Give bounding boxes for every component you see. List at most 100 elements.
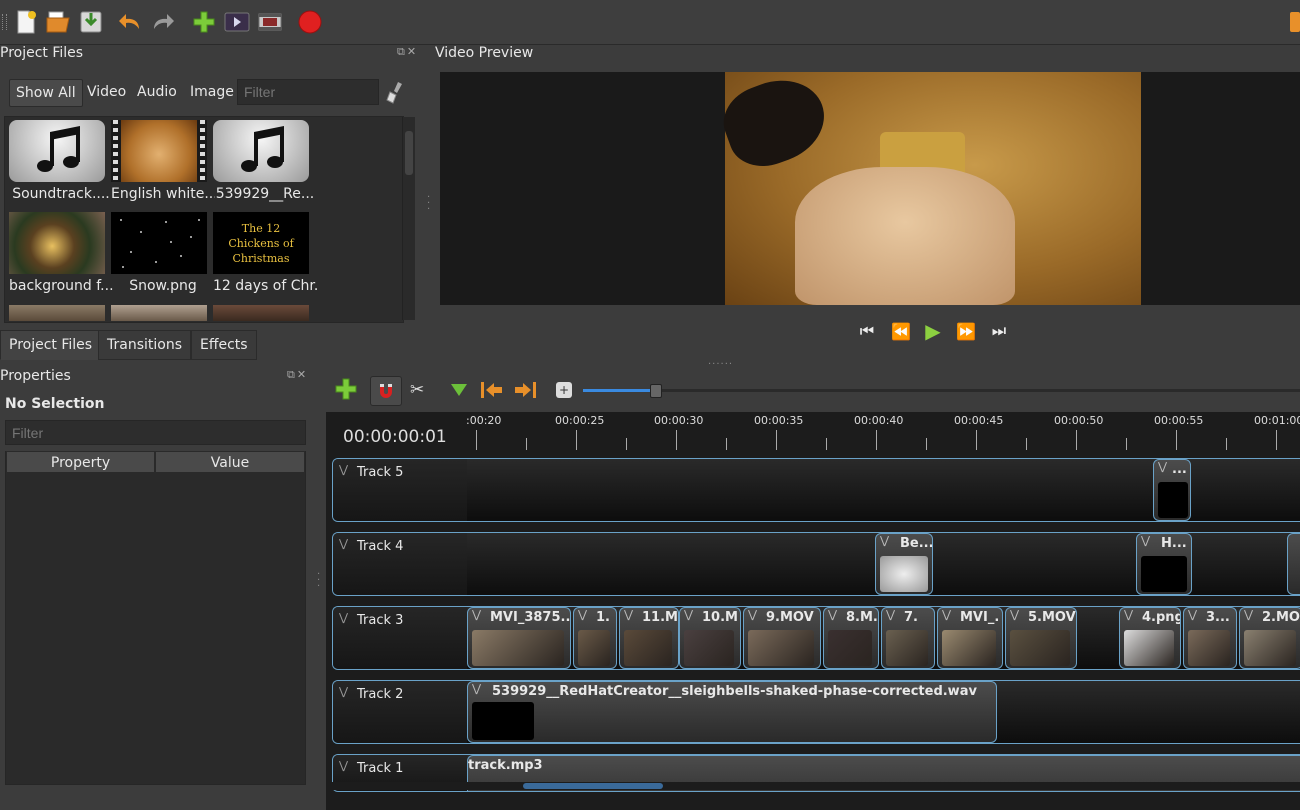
clear-filter-icon[interactable] <box>386 80 406 108</box>
tab-project-files[interactable]: Project Files <box>0 330 102 360</box>
clip-menu-icon[interactable]: ⋁ <box>1141 534 1150 547</box>
clip-menu-icon[interactable]: ⋁ <box>1124 608 1133 621</box>
file-item[interactable]: 539929__Re... <box>213 120 314 208</box>
zoom-fit-icon[interactable]: + <box>556 382 572 398</box>
file-item[interactable]: English white... <box>111 120 215 208</box>
add-marker-icon[interactable] <box>450 382 468 402</box>
clip[interactable]: ⋁ H... <box>1136 533 1192 595</box>
track-header[interactable]: ⋁ Track 2 <box>333 681 467 743</box>
property-column-header[interactable]: Property <box>6 451 155 473</box>
clip[interactable]: ⋁ 8.M. <box>823 607 879 669</box>
properties-filter-input[interactable] <box>5 420 306 445</box>
clip[interactable] <box>1287 533 1300 595</box>
file-item-partial[interactable] <box>111 305 207 321</box>
clip[interactable]: ⋁ MVI_. <box>937 607 1003 669</box>
project-files-scrollbar[interactable] <box>402 117 415 320</box>
file-item[interactable]: The 12 Chickens of Christmas 12 days of … <box>213 212 317 300</box>
track-3[interactable]: ⋁ Track 3 ⋁ MVI_3875.... ⋁ 1. ⋁ 11.M ⋁ 10.M ⋁ 9.M… <box>332 606 1300 670</box>
file-item[interactable]: Snow.png <box>111 212 211 300</box>
track-header[interactable]: ⋁ Track 5 <box>333 459 467 521</box>
clip[interactable]: ⋁ 3... <box>1183 607 1237 669</box>
project-files-dock-icons[interactable]: ⧉✕ <box>397 45 418 59</box>
previous-marker-icon[interactable] <box>480 380 504 404</box>
add-track-icon[interactable] <box>335 378 357 404</box>
tab-effects[interactable]: Effects <box>191 330 257 360</box>
clip-menu-icon[interactable]: ⋁ <box>1010 608 1019 621</box>
clip[interactable]: ⋁ 539929__RedHatCreator__sleighbells-sha… <box>467 681 997 743</box>
track-4[interactable]: ⋁ Track 4 ⋁ Be... ⋁ H... <box>332 532 1300 596</box>
save-project-icon[interactable] <box>77 8 105 36</box>
clip-menu-icon[interactable]: ⋁ <box>472 682 481 695</box>
clip[interactable]: ⋁ 7. <box>881 607 935 669</box>
clip[interactable]: ⋁ ... <box>1153 459 1191 521</box>
redo-icon[interactable] <box>149 8 177 36</box>
next-marker-icon[interactable] <box>513 380 537 404</box>
clip-menu-icon[interactable]: ⋁ <box>886 608 895 621</box>
file-item-partial[interactable] <box>9 305 105 321</box>
toolbar-overflow-icon[interactable] <box>1290 12 1300 32</box>
file-item-partial[interactable] <box>213 305 309 321</box>
clip-menu-icon[interactable]: ⋁ <box>748 608 757 621</box>
new-project-icon[interactable] <box>12 8 40 36</box>
clip[interactable]: ⋁ 2.MO <box>1239 607 1300 669</box>
clip[interactable]: ⋁ 1. <box>573 607 617 669</box>
properties-dock-icons[interactable]: ⧉✕ <box>287 368 308 382</box>
record-icon[interactable] <box>296 8 324 36</box>
clip-menu-icon[interactable]: ⋁ <box>684 608 693 621</box>
track-5[interactable]: ⋁ Track 5 ⋁ ... <box>332 458 1300 522</box>
filter-tab-image[interactable]: Image <box>184 79 240 105</box>
collapse-icon[interactable]: ⋁ <box>339 463 348 476</box>
clip-menu-icon[interactable]: ⋁ <box>472 608 481 621</box>
fast-forward-icon[interactable]: ⏩ <box>955 320 977 342</box>
clip[interactable]: ⋁ 9.MOV <box>743 607 821 669</box>
clip[interactable]: ⋁ MVI_3875.... <box>467 607 571 669</box>
value-column-header[interactable]: Value <box>155 451 305 473</box>
play-icon[interactable]: ▶ <box>922 319 944 343</box>
jump-to-start-icon[interactable]: ⏮ <box>856 320 878 342</box>
clip[interactable]: ⋁ 10.M <box>679 607 741 669</box>
track-header[interactable]: ⋁ Track 3 <box>333 607 467 669</box>
zoom-slider-track[interactable] <box>583 389 1300 392</box>
razor-scissors-icon[interactable]: ✂ <box>410 380 424 400</box>
fullscreen-icon[interactable] <box>256 8 284 36</box>
collapse-icon[interactable]: ⋁ <box>339 537 348 550</box>
collapse-icon[interactable]: ⋁ <box>339 759 348 772</box>
splitter-handle[interactable]: ...... <box>708 356 733 367</box>
import-files-icon[interactable] <box>190 8 218 36</box>
snapping-magnet-icon[interactable] <box>370 376 402 406</box>
timeline-scrollbar[interactable] <box>326 782 1300 790</box>
jump-to-end-icon[interactable]: ⏭ <box>988 320 1010 342</box>
splitter-handle[interactable]: · · · <box>427 193 430 215</box>
clip-menu-icon[interactable]: ⋁ <box>1244 608 1253 621</box>
clip-menu-icon[interactable]: ⋁ <box>1158 460 1167 473</box>
tab-transitions[interactable]: Transitions <box>98 330 191 360</box>
zoom-slider-handle[interactable] <box>650 384 662 398</box>
collapse-icon[interactable]: ⋁ <box>339 611 348 624</box>
clip-menu-icon[interactable]: ⋁ <box>624 608 633 621</box>
splitter-handle[interactable]: · · · <box>317 570 320 592</box>
file-item[interactable]: Soundtrack.... <box>9 120 110 208</box>
clip-menu-icon[interactable]: ⋁ <box>578 608 587 621</box>
clip[interactable]: ⋁ Be... <box>875 533 933 595</box>
toolbar-grip[interactable] <box>2 14 7 30</box>
clip-menu-icon[interactable]: ⋁ <box>828 608 837 621</box>
rewind-icon[interactable]: ⏪ <box>890 320 912 342</box>
file-item[interactable]: background f... <box>9 212 113 300</box>
filter-tab-video[interactable]: Video <box>81 79 132 105</box>
filter-tab-audio[interactable]: Audio <box>131 79 183 105</box>
clip[interactable]: ⋁ 5.MOV <box>1005 607 1077 669</box>
timeline-scrollbar-thumb[interactable] <box>523 783 663 789</box>
collapse-icon[interactable]: ⋁ <box>339 685 348 698</box>
filter-tab-show-all[interactable]: Show All <box>9 79 83 107</box>
clip-menu-icon[interactable]: ⋁ <box>942 608 951 621</box>
track-2[interactable]: ⋁ Track 2 ⋁ 539929__RedHatCreator__sleig… <box>332 680 1300 744</box>
track-header[interactable]: ⋁ Track 4 <box>333 533 467 595</box>
clip[interactable]: ⋁ 11.M <box>619 607 679 669</box>
undo-icon[interactable] <box>116 8 144 36</box>
preview-icon[interactable] <box>223 8 251 36</box>
project-files-filter-input[interactable] <box>237 79 379 105</box>
clip-menu-icon[interactable]: ⋁ <box>1188 608 1197 621</box>
clip-menu-icon[interactable]: ⋁ <box>880 534 889 547</box>
clip[interactable]: ⋁ 4.png <box>1119 607 1181 669</box>
open-project-icon[interactable] <box>44 8 72 36</box>
